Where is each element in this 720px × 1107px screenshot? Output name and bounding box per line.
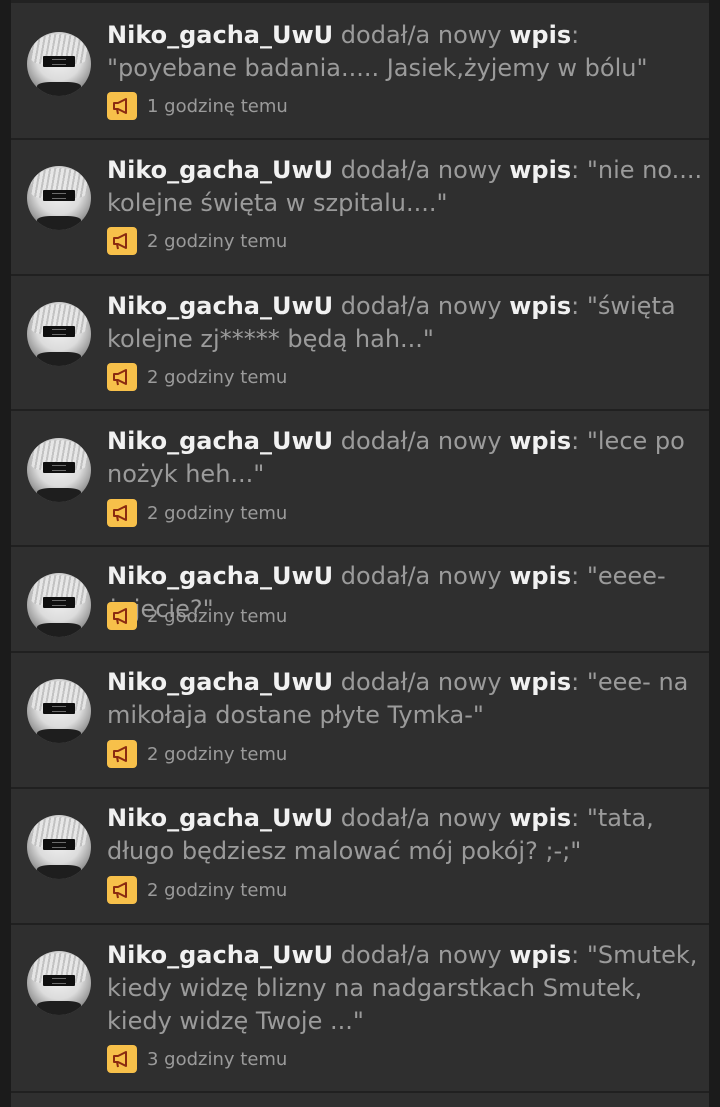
feed-entry: Niko_gacha_UwU dodał/a nowy wpis: "lece … bbox=[11, 411, 709, 547]
username-link[interactable]: Niko_gacha_UwU bbox=[107, 427, 333, 455]
action-text: dodał/a nowy bbox=[333, 156, 510, 184]
megaphone-icon bbox=[107, 602, 137, 630]
user-avatar[interactable] bbox=[27, 302, 91, 366]
entry-text: Niko_gacha_UwU dodał/a nowy wpis: "eee- … bbox=[107, 666, 705, 732]
entry-meta: 2 godziny temu bbox=[107, 226, 287, 256]
username-link[interactable]: Niko_gacha_UwU bbox=[107, 21, 333, 49]
timestamp: 2 godziny temu bbox=[147, 879, 288, 901]
post-type-link[interactable]: wpis bbox=[509, 156, 571, 184]
post-type-link[interactable]: wpis bbox=[509, 668, 571, 696]
action-text: dodał/a nowy bbox=[333, 427, 510, 455]
megaphone-icon bbox=[107, 92, 137, 120]
entry-meta: 2 godziny temu bbox=[107, 739, 287, 769]
user-avatar[interactable] bbox=[27, 679, 91, 743]
post-type-link[interactable]: wpis bbox=[509, 21, 571, 49]
action-text: dodał/a nowy bbox=[333, 292, 510, 320]
entry-meta: 2 godziny temu bbox=[107, 498, 287, 528]
megaphone-icon bbox=[107, 363, 137, 391]
post-type-link[interactable]: wpis bbox=[509, 804, 571, 832]
timestamp: 2 godziny temu bbox=[147, 605, 288, 627]
action-text: dodał/a nowy bbox=[333, 941, 510, 969]
action-text: dodał/a nowy bbox=[333, 562, 510, 590]
feed-entry: Niko_gacha_UwU dodał/a nowy wpis: "Smute… bbox=[11, 925, 709, 1093]
timestamp: 1 godzinę temu bbox=[147, 95, 288, 117]
user-avatar[interactable] bbox=[27, 573, 91, 637]
username-link[interactable]: Niko_gacha_UwU bbox=[107, 941, 333, 969]
post-type-link[interactable]: wpis bbox=[509, 427, 571, 455]
entry-text: Niko_gacha_UwU dodał/a nowy wpis: "poyeb… bbox=[107, 19, 705, 85]
entry-text: Niko_gacha_UwU dodał/a nowy wpis: "lece … bbox=[107, 425, 705, 491]
entry-meta: 2 godziny temu bbox=[107, 875, 287, 905]
activity-feed: Niko_gacha_UwU dodał/a nowy wpis: "poyeb… bbox=[11, 0, 709, 1107]
user-avatar[interactable] bbox=[27, 438, 91, 502]
entry-text: Niko_gacha_UwU dodał/a nowy wpis: "święt… bbox=[107, 290, 705, 356]
timestamp: 2 godziny temu bbox=[147, 230, 288, 252]
feed-entry: Niko_gacha_UwU dodał/a nowy wpis: "święt… bbox=[11, 276, 709, 411]
feed-entry: Niko_gacha_UwU dodał/a nowy wpis: "eee- … bbox=[11, 653, 709, 789]
username-link[interactable]: Niko_gacha_UwU bbox=[107, 156, 333, 184]
megaphone-icon bbox=[107, 740, 137, 768]
timestamp: 3 godziny temu bbox=[147, 1048, 288, 1070]
username-link[interactable]: Niko_gacha_UwU bbox=[107, 804, 333, 832]
megaphone-icon bbox=[107, 499, 137, 527]
username-link[interactable]: Niko_gacha_UwU bbox=[107, 292, 333, 320]
entry-text: Niko_gacha_UwU dodał/a nowy wpis: "Smute… bbox=[107, 939, 705, 1038]
feed-entry: Niko_gacha_UwU dodał/a nowy wpis: "poyeb… bbox=[11, 3, 709, 140]
feed-entry: Niko_gacha_UwU dodał/a nowy wpis: "tata,… bbox=[11, 789, 709, 925]
user-avatar[interactable] bbox=[27, 32, 91, 96]
timestamp: 2 godziny temu bbox=[147, 743, 288, 765]
entry-meta: 2 godziny temu bbox=[107, 362, 287, 392]
post-type-link[interactable]: wpis bbox=[509, 941, 571, 969]
timestamp: 2 godziny temu bbox=[147, 502, 288, 524]
action-text: dodał/a nowy bbox=[333, 21, 510, 49]
entry-meta: 3 godziny temu bbox=[107, 1044, 287, 1074]
timestamp: 2 godziny temu bbox=[147, 366, 288, 388]
entry-meta: 2 godziny temu bbox=[107, 601, 287, 631]
user-avatar[interactable] bbox=[27, 166, 91, 230]
megaphone-icon bbox=[107, 876, 137, 904]
feed-entry: Niko_gacha_UwU dodał/a nowy wpis: "eeee-… bbox=[11, 547, 709, 653]
entry-text: Niko_gacha_UwU dodał/a nowy wpis: "nie n… bbox=[107, 154, 705, 220]
megaphone-icon bbox=[107, 227, 137, 255]
entry-text: Niko_gacha_UwU dodał/a nowy wpis: "tata,… bbox=[107, 802, 705, 868]
action-text: dodał/a nowy bbox=[333, 668, 510, 696]
entry-meta: 1 godzinę temu bbox=[107, 91, 288, 121]
megaphone-icon bbox=[107, 1045, 137, 1073]
post-type-link[interactable]: wpis bbox=[509, 562, 571, 590]
post-type-link[interactable]: wpis bbox=[509, 292, 571, 320]
action-text: dodał/a nowy bbox=[333, 804, 510, 832]
user-avatar[interactable] bbox=[27, 951, 91, 1015]
username-link[interactable]: Niko_gacha_UwU bbox=[107, 668, 333, 696]
username-link[interactable]: Niko_gacha_UwU bbox=[107, 562, 333, 590]
user-avatar[interactable] bbox=[27, 815, 91, 879]
feed-entry: Niko_gacha_UwU dodał/a nowy wpis: "nie n… bbox=[11, 140, 709, 276]
